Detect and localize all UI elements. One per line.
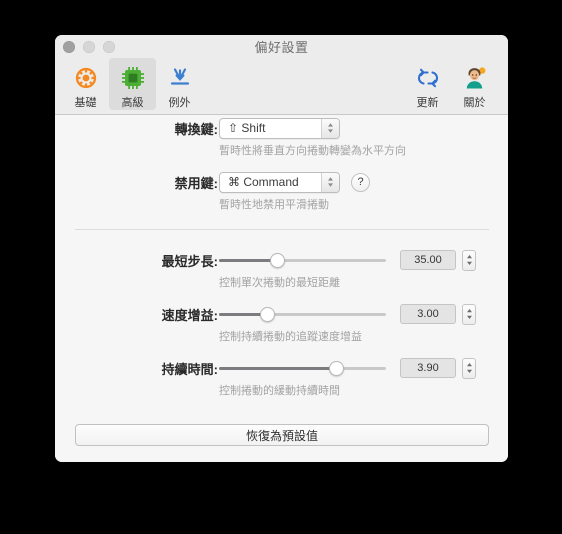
disable-key-popup-button[interactable]: ⌘ Command <box>219 171 340 193</box>
disable-key-value: ⌘ Command <box>228 175 299 189</box>
min-step-slider[interactable] <box>219 251 386 269</box>
help-button[interactable]: ? <box>351 172 370 192</box>
form-row-min-step: 最短步長: 35.00 <box>55 247 508 273</box>
zoom-window-button[interactable] <box>103 41 115 53</box>
chevron-updown-icon <box>321 118 339 138</box>
disable-key-helper: 暫時性地禁用平滑捲動 <box>219 199 329 211</box>
speed-gain-value-field[interactable]: 3.00 <box>400 304 456 324</box>
duration-value-field[interactable]: 3.90 <box>400 358 456 378</box>
toolbar-update-button[interactable]: 更新 <box>404 58 451 110</box>
toolbar-update-label: 更新 <box>416 97 439 109</box>
person-avatar-icon <box>462 63 488 93</box>
slider-thumb[interactable] <box>270 253 286 268</box>
slider-thumb[interactable] <box>260 307 276 322</box>
toolbar-about-label: 關於 <box>463 97 486 109</box>
preferences-content: 轉換鍵: ⇧ Shift 暫時性將垂直方向捲動轉變為水平方向 禁用鍵: ⌘ Co… <box>55 115 508 462</box>
toolbar: 基礎 高級 例外 更新 關於 <box>55 58 508 115</box>
convert-key-popup-button[interactable]: ⇧ Shift <box>219 117 340 139</box>
traffic-light-group <box>63 41 115 53</box>
convert-key-helper: 暫時性將垂直方向捲動轉變為水平方向 <box>219 145 406 157</box>
toolbar-tab-advanced-label: 高級 <box>121 97 144 109</box>
toolbar-tab-basic-label: 基礎 <box>74 97 97 109</box>
speed-gain-slider[interactable] <box>219 305 386 323</box>
min-step-value-field[interactable]: 35.00 <box>400 250 456 270</box>
speed-gain-label: 速度增益: <box>161 307 218 323</box>
min-step-label: 最短步長: <box>161 253 218 269</box>
toolbar-tab-group: 基礎 高級 例外 <box>62 58 203 110</box>
slider-fill <box>219 367 336 370</box>
convert-key-label: 轉換鍵: <box>174 121 218 137</box>
convert-key-value: ⇧ Shift <box>228 121 266 135</box>
slider-thumb[interactable] <box>328 361 344 376</box>
slider-fill <box>219 259 278 262</box>
toolbar-action-group: 更新 關於 <box>404 58 498 110</box>
toolbar-tab-basic[interactable]: 基礎 <box>62 58 109 110</box>
duration-stepper[interactable] <box>462 357 476 379</box>
toolbar-tab-exceptions-label: 例外 <box>168 97 191 109</box>
speed-gain-helper: 控制持續捲動的追蹤速度增益 <box>219 331 362 343</box>
section-divider <box>75 229 489 230</box>
form-row-disable-key: 禁用鍵: ⌘ Command ? <box>55 169 508 195</box>
form-row-speed-gain: 速度增益: 3.00 <box>55 301 508 327</box>
toolbar-tab-advanced[interactable]: 高級 <box>109 58 156 110</box>
minimize-window-button[interactable] <box>83 41 95 53</box>
gear-icon <box>73 63 99 93</box>
speed-gain-stepper[interactable] <box>462 303 476 325</box>
duration-slider[interactable] <box>219 359 386 377</box>
duration-helper: 控制捲動的緩動持續時間 <box>219 385 340 397</box>
toolbar-tab-exceptions[interactable]: 例外 <box>156 58 203 110</box>
download-inbox-icon <box>167 63 193 93</box>
chevron-updown-icon <box>321 172 339 192</box>
toolbar-about-button[interactable]: 關於 <box>451 58 498 110</box>
form-row-convert-key: 轉換鍵: ⇧ Shift <box>55 115 508 141</box>
duration-label: 持續時間: <box>161 361 218 377</box>
disable-key-label: 禁用鍵: <box>174 175 218 191</box>
min-step-stepper[interactable] <box>462 249 476 271</box>
window-title: 偏好設置 <box>254 40 309 55</box>
min-step-helper: 控制單次捲動的最短距離 <box>219 277 340 289</box>
restore-defaults-button[interactable]: 恢復為預設值 <box>75 424 489 446</box>
preferences-window: 偏好設置 基礎 高級 例外 更新 關於 轉換鍵: ⇧ Shift 暫時性將垂直方… <box>55 35 508 462</box>
form-row-duration: 持續時間: 3.90 <box>55 355 508 381</box>
refresh-sync-icon <box>415 63 441 93</box>
close-window-button[interactable] <box>63 41 75 53</box>
window-titlebar: 偏好設置 <box>55 35 508 58</box>
cpu-chip-icon <box>120 63 146 93</box>
